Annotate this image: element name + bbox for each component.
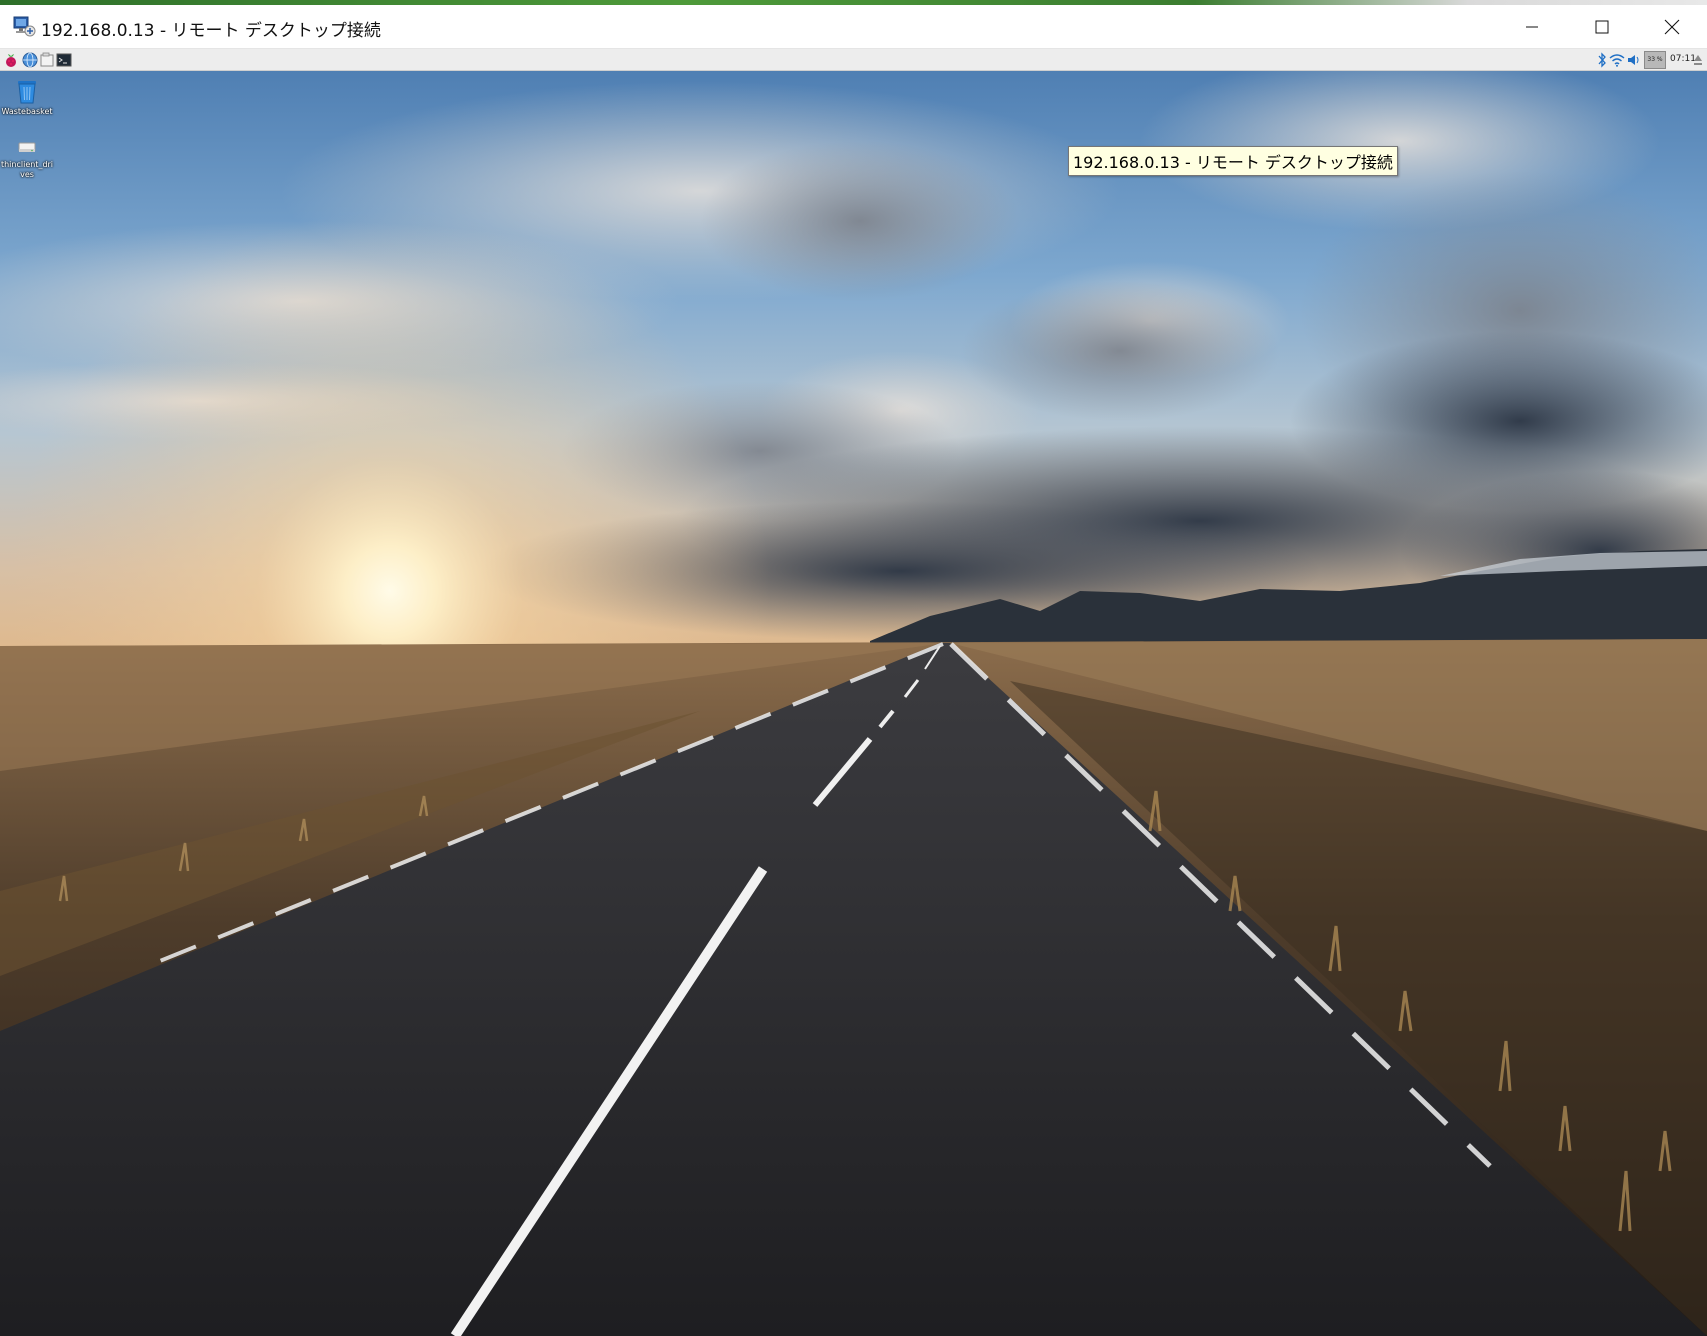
remote-desktop[interactable]: Wastebasket thinclient_drives 192.168.0.… xyxy=(0,71,1707,1336)
window-title-tooltip: 192.168.0.13 - リモート デスクトップ接続 xyxy=(1068,146,1398,176)
bluetooth-icon[interactable] xyxy=(1597,52,1607,68)
browser-globe-icon[interactable] xyxy=(22,52,38,68)
close-button[interactable] xyxy=(1637,5,1707,49)
trash-icon xyxy=(18,81,36,104)
maximize-icon xyxy=(1595,20,1609,34)
desktop-icon-wastebasket[interactable]: Wastebasket xyxy=(0,78,54,117)
window-titlebar[interactable]: 192.168.0.13 - リモート デスクトップ接続 xyxy=(0,5,1707,49)
minimize-button[interactable] xyxy=(1497,5,1567,49)
remote-desktop-icon xyxy=(13,16,36,37)
terminal-icon[interactable] xyxy=(56,52,72,68)
wifi-icon[interactable] xyxy=(1609,53,1625,67)
volume-icon[interactable] xyxy=(1627,53,1641,67)
maximize-button[interactable] xyxy=(1567,5,1637,49)
desktop-icon-label: Wastebasket xyxy=(1,107,53,116)
eject-icon[interactable] xyxy=(1693,54,1703,66)
raspberry-menu-icon[interactable] xyxy=(3,52,19,68)
taskbar-panel: 33 % 07:11 xyxy=(0,49,1707,71)
system-tray: 33 % 07:11 xyxy=(1587,49,1707,71)
file-manager-icon[interactable] xyxy=(39,52,55,68)
minimize-icon xyxy=(1526,26,1538,28)
drive-icon xyxy=(18,142,36,152)
road-sunset-wallpaper xyxy=(0,71,1707,1336)
cpu-monitor[interactable]: 33 % xyxy=(1644,51,1666,69)
desktop-icon-label: thinclient_drives xyxy=(0,160,54,179)
close-icon xyxy=(1664,19,1680,35)
desktop-icon-thinclient-drives[interactable]: thinclient_drives xyxy=(0,139,54,180)
window-title: 192.168.0.13 - リモート デスクトップ接続 xyxy=(41,21,381,41)
